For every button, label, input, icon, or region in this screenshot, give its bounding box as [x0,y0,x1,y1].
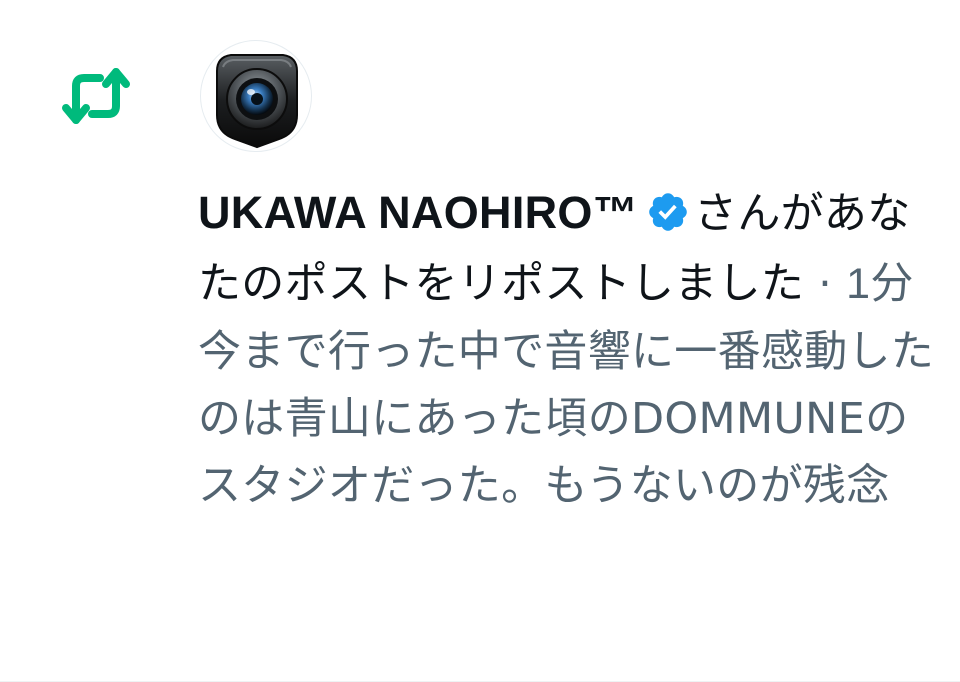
repost-notification[interactable]: UKAWA NAOHIRO™ さんがあなたのポストをリポストしました · 1分 今… [0,0,960,682]
avatar[interactable] [200,40,312,152]
notification-headline: UKAWA NAOHIRO™ さんがあなたのポストをリポストしました · 1分 [198,178,938,319]
timestamp[interactable]: 1分 [846,260,914,308]
repost-icon [60,66,132,126]
camera-lens-icon [216,54,298,149]
user-name-link[interactable]: UKAWA NAOHIRO™ [198,187,638,238]
post-preview[interactable]: 今まで行った中で音響に一番感動したのは青山にあった頃のDOMMUNEのスタジオだ… [198,319,938,520]
separator: · [804,259,847,309]
notification-content: UKAWA NAOHIRO™ さんがあなたのポストをリポストしました · 1分 今… [198,178,938,520]
verified-badge-icon [646,185,690,231]
